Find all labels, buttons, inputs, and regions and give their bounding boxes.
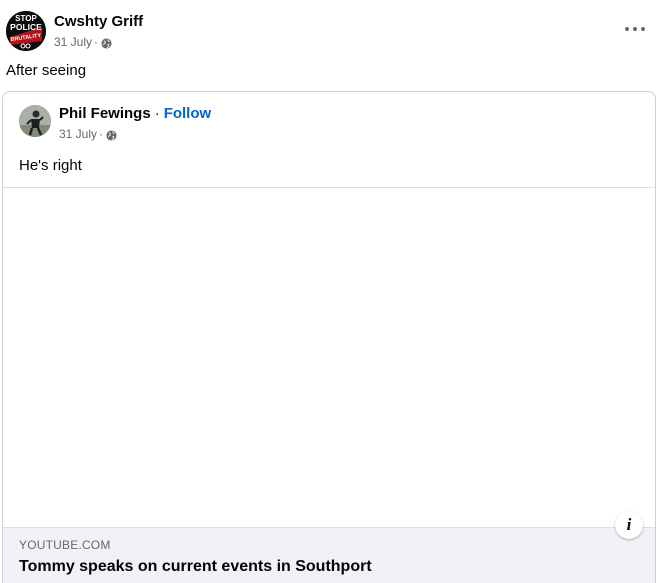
meta-separator: · [99,127,104,141]
name-separator: · [154,105,160,122]
author-name[interactable]: Cwshty Griff [54,13,143,31]
post-text: After seeing [6,62,87,79]
shared-post-meta: 31 July · [59,126,211,142]
dot-icon [625,27,629,31]
shared-post-card[interactable]: Phil Fewings · Follow 31 July · He's rig… [2,91,656,583]
header-text: Cwshty Griff 31 July · [54,13,143,50]
link-domain: YOUTUBE.COM [19,538,111,552]
more-options-button[interactable] [625,22,645,36]
link-preview-footer[interactable]: YOUTUBE.COM Tommy speaks on current even… [3,527,655,583]
follow-button[interactable]: Follow [164,105,212,123]
post-header: STOP POLICE BRUTALITY Cwshty Griff 31 Ju… [6,11,143,51]
shared-avatar[interactable] [19,105,51,137]
globe-icon [101,37,112,49]
link-title[interactable]: Tommy speaks on current events in Southp… [19,557,372,577]
facebook-post: STOP POLICE BRUTALITY Cwshty Griff 31 Ju… [0,0,659,583]
dot-icon [633,27,637,31]
avatar[interactable]: STOP POLICE BRUTALITY [6,11,46,51]
globe-icon [106,129,117,141]
shared-header-text: Phil Fewings · Follow 31 July · [59,105,211,142]
video-player[interactable] [3,187,655,528]
post-date[interactable]: 31 July [54,34,92,50]
post-meta: 31 July · [54,34,143,50]
meta-separator: · [94,35,99,49]
shared-author-name[interactable]: Phil Fewings [59,105,151,123]
info-button[interactable]: i [615,511,643,539]
info-icon: i [626,515,632,534]
dot-icon [641,27,645,31]
avatar-text-2: POLICE [10,22,42,32]
shared-name-line: Phil Fewings · Follow [59,105,211,123]
shared-post-text: He's right [19,157,82,174]
shared-post-date[interactable]: 31 July [59,126,97,142]
shared-post-header: Phil Fewings · Follow 31 July · [19,105,211,142]
